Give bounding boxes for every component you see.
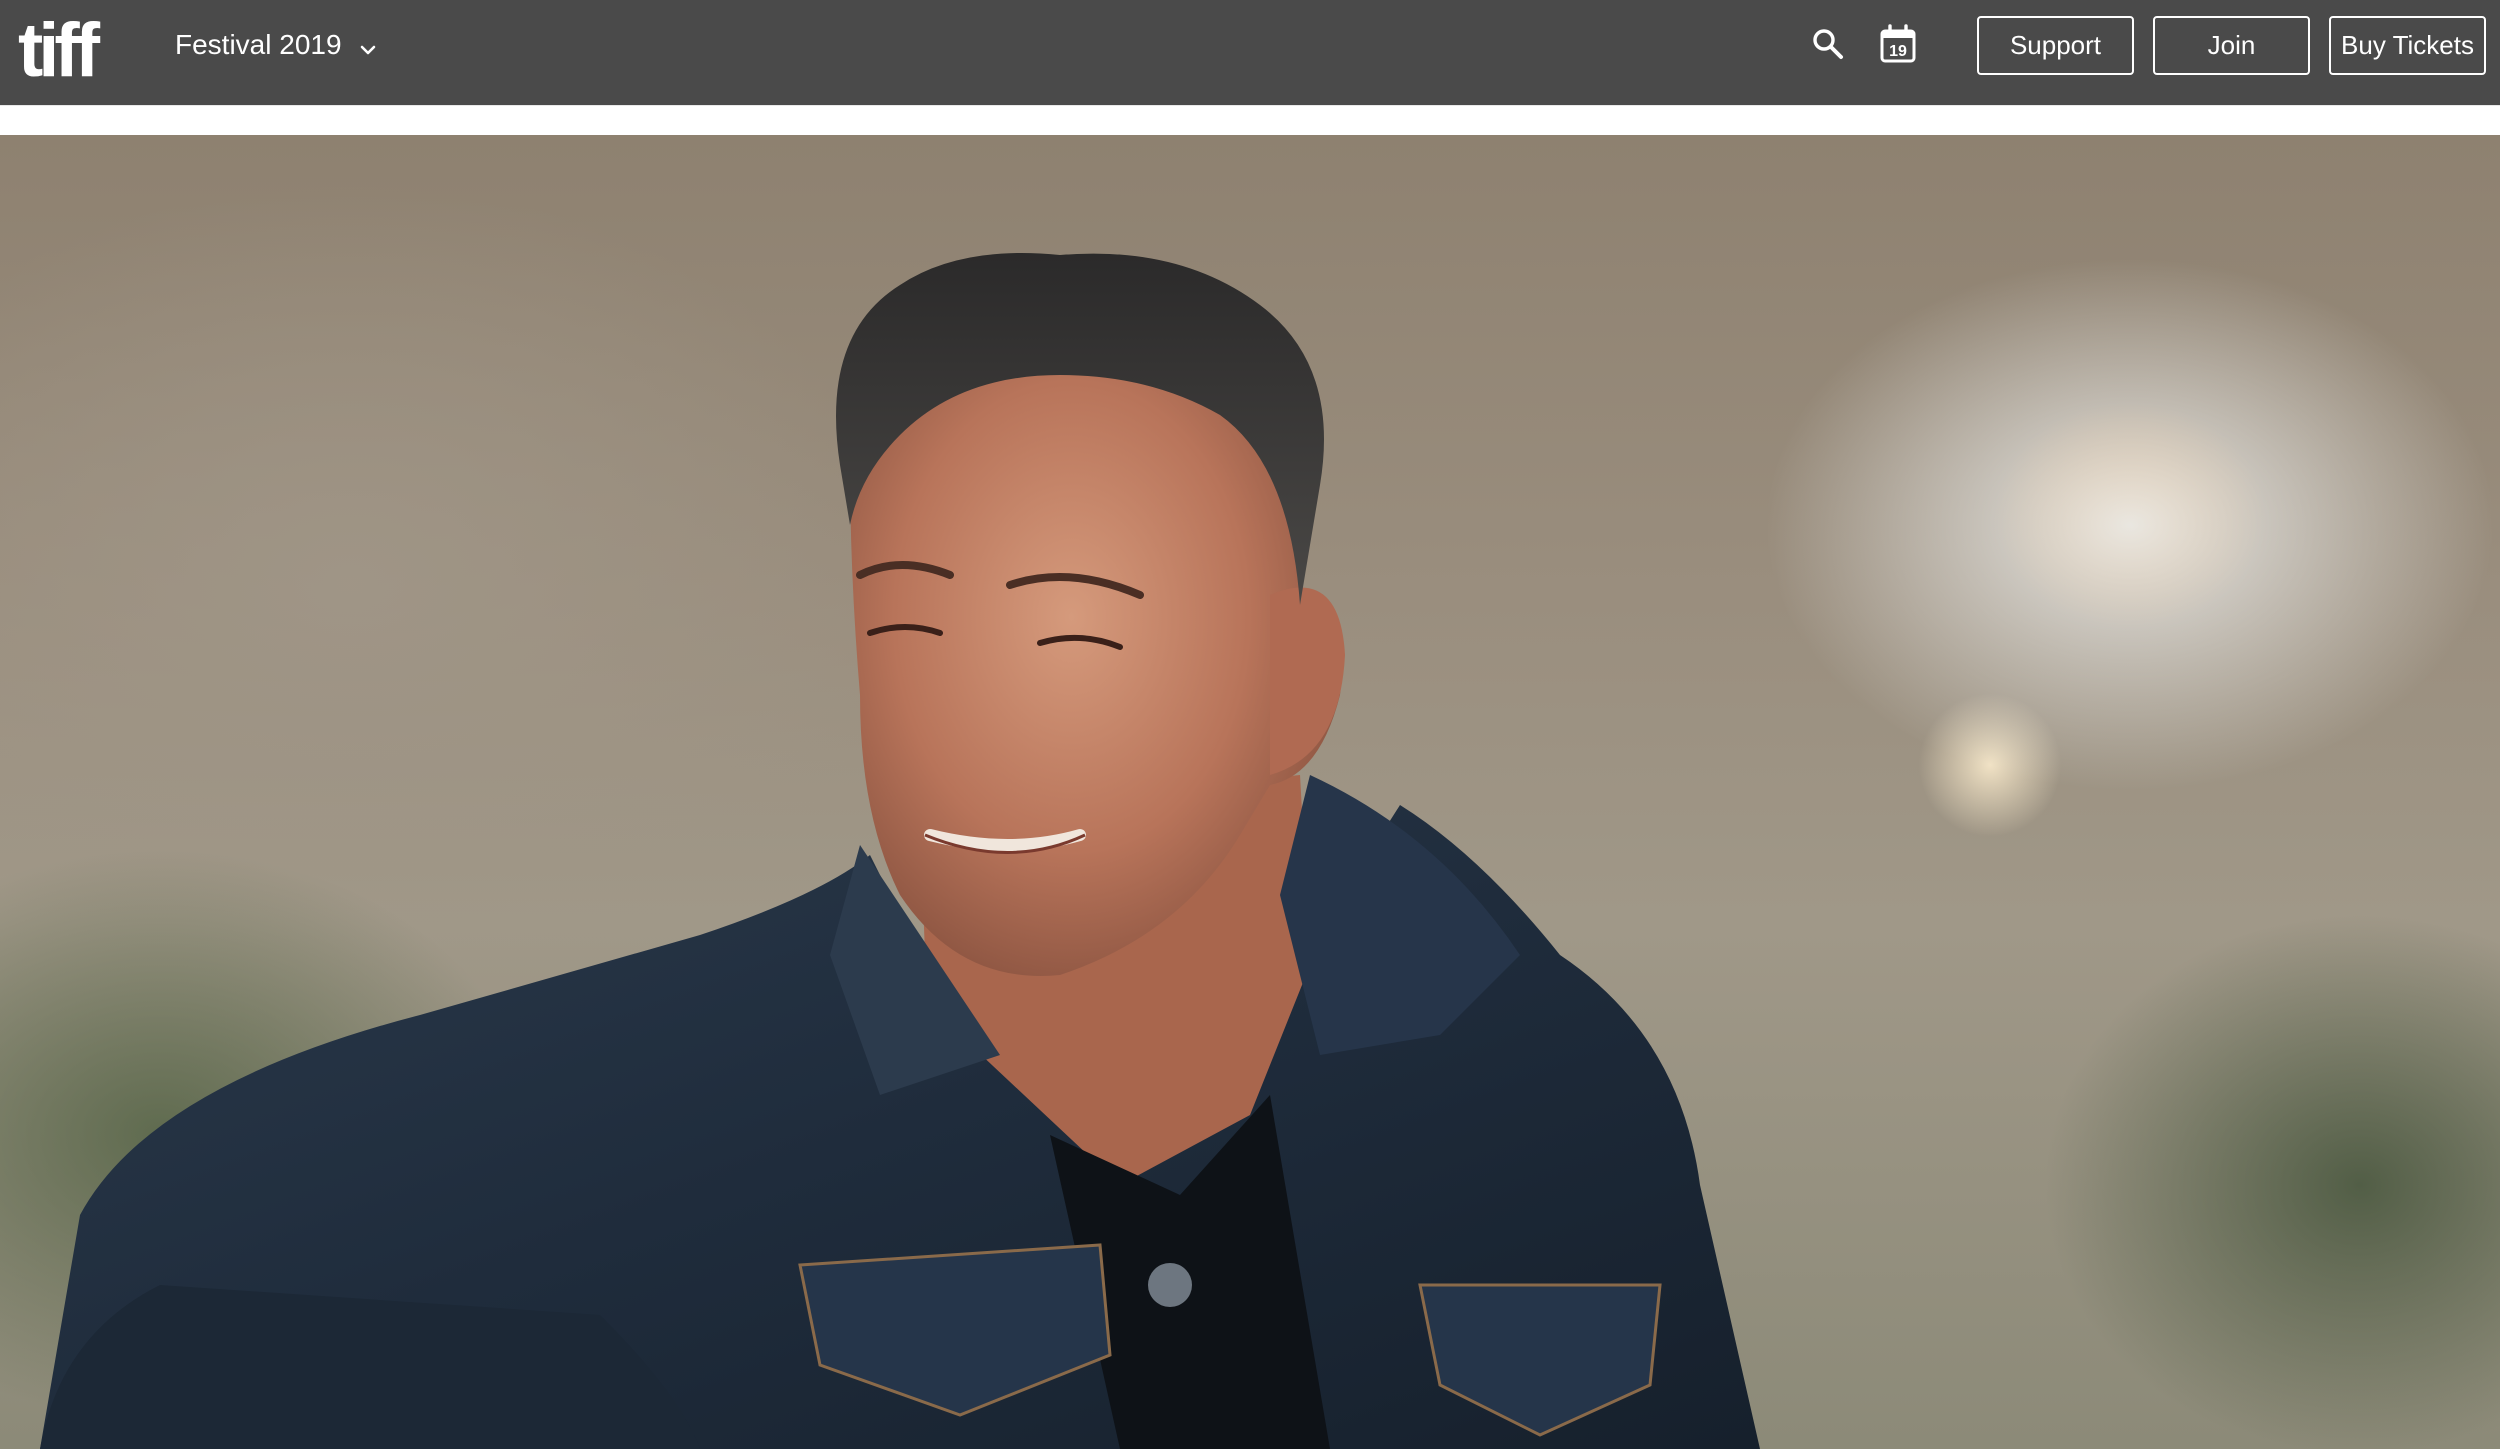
hero-image [0, 135, 2500, 1449]
search-icon [1813, 29, 1843, 59]
join-button[interactable]: Join [2153, 16, 2310, 75]
calendar-day-text: 19 [1889, 43, 1907, 60]
support-button[interactable]: Support [1977, 16, 2134, 75]
header-spacer [0, 105, 2500, 135]
calendar-button[interactable]: 19 [1876, 22, 1920, 66]
hero-portrait [40, 253, 1760, 1449]
search-button[interactable] [1806, 22, 1850, 66]
portrait-button [1148, 1263, 1192, 1307]
festival-dropdown-label: Festival 2019 [175, 29, 342, 60]
festival-dropdown[interactable]: Festival 2019 [175, 0, 378, 90]
portrait-ear [1270, 587, 1345, 775]
tiff-logo[interactable]: tiff [18, 8, 100, 93]
calendar-icon: 19 [1880, 24, 1916, 63]
top-navigation-bar: tiff Festival 2019 19 Support Join Buy T… [0, 0, 2500, 105]
chevron-down-icon [358, 35, 378, 55]
buy-tickets-button[interactable]: Buy Tickets [2329, 16, 2486, 75]
